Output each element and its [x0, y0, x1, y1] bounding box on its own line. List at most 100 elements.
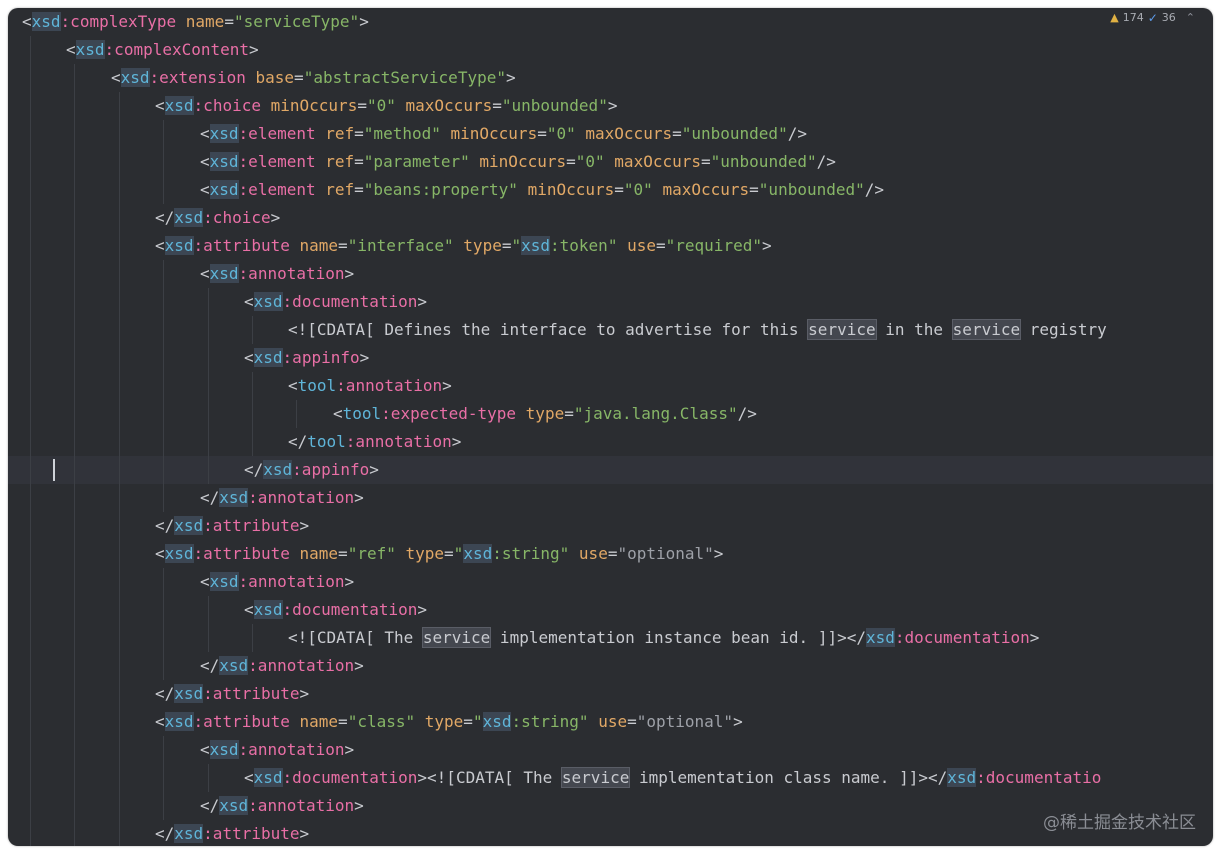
indent-guide	[163, 764, 164, 792]
indent-guide	[74, 232, 75, 260]
code-token: xsd	[209, 124, 239, 143]
code-token: "	[453, 544, 464, 563]
code-text: <xsd:annotation>	[200, 568, 354, 596]
code-token: "	[472, 712, 483, 731]
code-line[interactable]: </xsd:choice>	[8, 204, 1213, 232]
code-line[interactable]: <tool:expected-type type="java.lang.Clas…	[8, 400, 1213, 428]
code-line[interactable]: <xsd:complexType name="serviceType">	[8, 8, 1213, 36]
code-line[interactable]: <xsd:documentation>	[8, 596, 1213, 624]
code-token: :attribute	[193, 544, 290, 563]
code-token: "unbounded"	[681, 124, 788, 143]
code-line[interactable]: </xsd:annotation>	[8, 484, 1213, 512]
code-line[interactable]: </xsd:attribute>	[8, 680, 1213, 708]
code-line[interactable]: <xsd:complexContent>	[8, 36, 1213, 64]
code-line[interactable]: <xsd:annotation>	[8, 736, 1213, 764]
code-line[interactable]: <xsd:documentation><![CDATA[ The service…	[8, 764, 1213, 792]
indent-guide	[30, 372, 31, 400]
code-line[interactable]: </xsd:attribute>	[8, 820, 1213, 846]
indent-guide	[30, 148, 31, 176]
code-line[interactable]: <xsd:annotation>	[8, 260, 1213, 288]
indent-guide	[119, 204, 120, 232]
code-line[interactable]: </xsd:annotation>	[8, 652, 1213, 680]
code-line[interactable]: <xsd:attribute name="class" type="xsd:st…	[8, 708, 1213, 736]
code-text: </xsd:appinfo>	[244, 456, 379, 484]
code-token: :element	[238, 124, 316, 143]
code-token: <	[155, 544, 165, 563]
code-token: />	[864, 180, 885, 199]
indent-guide	[74, 316, 75, 344]
indent-guide	[119, 428, 120, 456]
code-token: </	[200, 488, 220, 507]
code-token: type	[405, 544, 445, 563]
indent-guide	[119, 512, 120, 540]
indent-guide	[163, 260, 164, 288]
indent-guide	[208, 624, 209, 652]
search-highlight: service	[560, 767, 631, 788]
code-line[interactable]: <xsd:element ref="beans:property" minOcc…	[8, 176, 1213, 204]
inspection-widget[interactable]: ▲ 174 ✓ 36 ⌃	[1110, 8, 1195, 28]
chevron-up-icon[interactable]: ⌃	[1186, 8, 1195, 28]
code-line[interactable]: </xsd:attribute>	[8, 512, 1213, 540]
code-text: <xsd:complexContent>	[66, 36, 259, 64]
code-token: <	[244, 292, 254, 311]
code-line[interactable]: <xsd:extension base="abstractServiceType…	[8, 64, 1213, 92]
code-token: "unbounded"	[501, 96, 608, 115]
code-token: <	[200, 152, 210, 171]
code-text: <xsd:element ref="beans:property" minOcc…	[200, 176, 884, 204]
code-line[interactable]: </xsd:appinfo>	[8, 456, 1213, 484]
indent-guide	[296, 400, 297, 428]
code-token: <	[200, 264, 210, 283]
code-line[interactable]: <xsd:appinfo>	[8, 344, 1213, 372]
code-line[interactable]: <![CDATA[ The service implementation ins…	[8, 624, 1213, 652]
code-line[interactable]: </tool:annotation>	[8, 428, 1213, 456]
code-line[interactable]: <xsd:attribute name="ref" type="xsd:stri…	[8, 540, 1213, 568]
code-token: <	[155, 96, 165, 115]
code-token: >	[359, 348, 370, 367]
code-token: =	[492, 96, 502, 115]
code-token: use	[598, 712, 628, 731]
code-token: :choice	[193, 96, 261, 115]
indent-guide	[208, 344, 209, 372]
code-text: <xsd:documentation><![CDATA[ The service…	[244, 764, 1101, 792]
code-line[interactable]: </xsd:annotation>	[8, 792, 1213, 820]
code-token: "beans:property"	[363, 180, 518, 199]
check-icon: ✓	[1147, 11, 1158, 25]
code-token: <	[244, 600, 254, 619]
code-token: minOccurs	[450, 124, 538, 143]
code-line[interactable]: <xsd:documentation>	[8, 288, 1213, 316]
code-token: use	[627, 236, 656, 255]
code-line[interactable]: <xsd:element ref="parameter" minOccurs="…	[8, 148, 1213, 176]
code-token: xsd	[209, 180, 239, 199]
code-token: <	[200, 124, 210, 143]
code-line[interactable]: <xsd:attribute name="interface" type="xs…	[8, 232, 1213, 260]
indent-guide	[163, 120, 164, 148]
code-token: :documentatio	[976, 768, 1102, 787]
code-token: =	[537, 124, 547, 143]
code-text: <xsd:attribute name="interface" type="xs…	[155, 232, 772, 260]
code-editor[interactable]: <xsd:complexType name="serviceType"> <xsd…	[8, 8, 1213, 846]
indent-guide	[252, 316, 253, 344]
code-token: :documentation	[282, 292, 418, 311]
code-token: "unbounded"	[710, 152, 817, 171]
code-line[interactable]: <xsd:choice minOccurs="0" maxOccurs="unb…	[8, 92, 1213, 120]
indent-guide	[163, 344, 164, 372]
indent-guide	[30, 792, 31, 820]
code-line[interactable]: <xsd:element ref="method" minOccurs="0" …	[8, 120, 1213, 148]
code-token: minOccurs	[527, 180, 615, 199]
code-line[interactable]: <![CDATA[ Defines the interface to adver…	[8, 316, 1213, 344]
indent-guide	[30, 316, 31, 344]
code-token: :documentation	[282, 768, 418, 787]
indent-guide	[119, 316, 120, 344]
code-token: =	[627, 712, 637, 731]
code-token: =	[224, 12, 234, 31]
code-line[interactable]: <xsd:annotation>	[8, 568, 1213, 596]
code-token: "	[511, 236, 522, 255]
code-token: </	[155, 516, 175, 535]
code-line[interactable]: <tool:annotation>	[8, 372, 1213, 400]
